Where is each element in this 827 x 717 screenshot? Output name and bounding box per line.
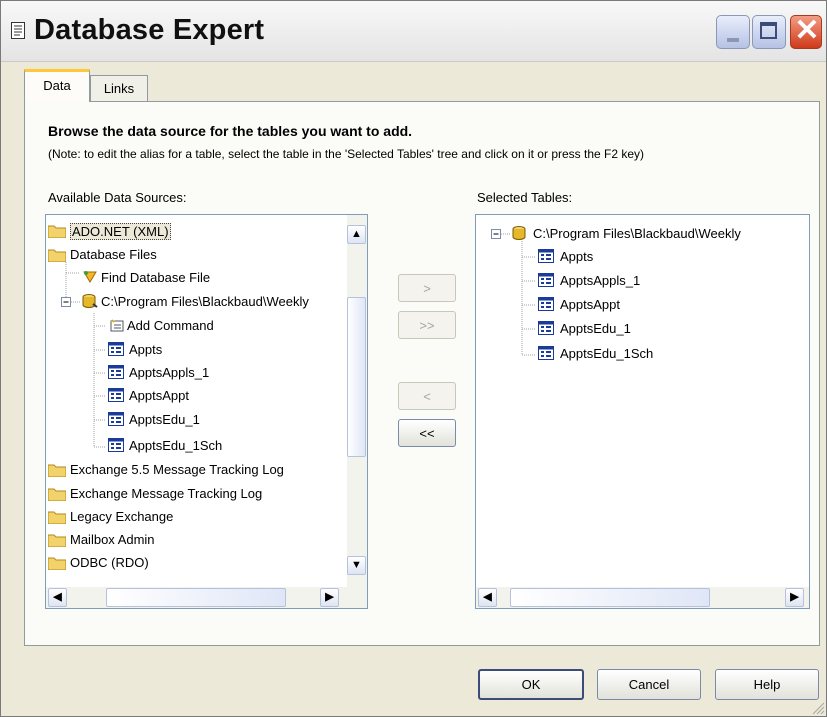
tree-item-label: ApptsEdu_1Sch [129, 438, 223, 453]
help-button-label: Help [753, 677, 781, 692]
scroll-up-button[interactable]: ▲ [347, 225, 366, 244]
remove-all-tables-label: << [419, 426, 435, 441]
table-icon [108, 388, 124, 402]
scroll-right-button[interactable]: ▶ [785, 588, 804, 607]
window-title: Database Expert [34, 14, 265, 46]
database-connection-icon [82, 294, 98, 308]
folder-icon [48, 464, 66, 477]
folder-icon [48, 557, 66, 570]
tab-data-label: Data [43, 78, 71, 93]
table-icon [538, 249, 554, 263]
add-command-icon [110, 319, 124, 332]
close-button[interactable]: ✕ [790, 14, 822, 49]
tree-item-label: ApptsAppt [560, 297, 620, 312]
chevron-up-icon: ▲ [351, 228, 362, 240]
table-icon [108, 412, 124, 426]
database-connection-icon [512, 226, 526, 240]
maximize-button[interactable] [752, 15, 786, 49]
tree-item-label: Mailbox Admin [70, 532, 155, 547]
tree-item-label: Add Command [127, 318, 214, 333]
close-icon: ✕ [794, 14, 820, 47]
help-button[interactable]: Help [715, 669, 819, 700]
add-all-tables-button[interactable]: >> [398, 311, 456, 339]
tree-item-label: Appts [129, 342, 163, 357]
database-expert-window: Database Expert ✕ Data Links Browse the … [0, 0, 827, 717]
cancel-button[interactable]: Cancel [597, 669, 701, 700]
document-icon [11, 22, 25, 39]
table-icon [538, 346, 554, 360]
tree-item-label: Exchange 5.5 Message Tracking Log [70, 462, 284, 477]
chevron-left-icon: ◀ [483, 591, 492, 603]
chevron-down-icon: ▼ [351, 559, 362, 571]
horizontal-scroll-thumb[interactable] [106, 588, 286, 607]
table-icon [538, 321, 554, 335]
remove-table-label: < [423, 389, 431, 404]
cancel-button-label: Cancel [628, 677, 670, 692]
add-table-label: > [423, 281, 431, 296]
table-icon [538, 297, 554, 311]
folder-icon [48, 534, 66, 547]
chevron-right-icon: ▶ [790, 591, 799, 603]
minimize-icon [727, 38, 739, 42]
horizontal-scroll-thumb[interactable] [510, 588, 710, 607]
scroll-down-button[interactable]: ▼ [347, 556, 366, 575]
find-database-icon [83, 271, 97, 283]
tree-item-label: C:\Program Files\Blackbaud\Weekly [533, 226, 741, 241]
tree-item-label: ApptsEdu_1Sch [560, 346, 654, 361]
scroll-right-button[interactable]: ▶ [320, 588, 339, 607]
chevron-left-icon: ◀ [53, 591, 62, 603]
table-icon [108, 365, 124, 379]
selected-horizontal-scrollbar[interactable]: ◀ ▶ [476, 587, 809, 608]
selected-tables-tree[interactable]: C:\Program Files\Blackbaud\Weekly Appts … [475, 214, 810, 609]
resize-grip-icon[interactable] [811, 701, 825, 715]
tree-item-label: ADO.NET (XML) [70, 223, 171, 240]
tree-item-label: ApptsEdu_1 [129, 412, 200, 427]
chevron-right-icon: ▶ [325, 591, 334, 603]
folder-icon [48, 511, 66, 524]
available-horizontal-scrollbar[interactable]: ◀ ▶ [46, 587, 367, 608]
available-data-sources-label: Available Data Sources: [48, 190, 187, 205]
tab-data[interactable]: Data [24, 69, 90, 102]
tree-item-label: C:\Program Files\Blackbaud\Weekly [101, 294, 309, 309]
tree-item-label: ApptsAppls_1 [560, 273, 641, 288]
tree-item-label: ApptsEdu_1 [560, 321, 631, 336]
tree-item-label: Find Database File [101, 270, 211, 285]
add-all-tables-label: >> [419, 318, 435, 333]
table-icon [538, 273, 554, 287]
tree-item-label: ApptsAppls_1 [129, 365, 210, 380]
selected-tables-label: Selected Tables: [477, 190, 573, 205]
tab-links-label: Links [103, 81, 135, 96]
maximize-icon [760, 22, 777, 39]
instructions-note: (Note: to edit the alias for a table, se… [48, 147, 645, 161]
scroll-thumb[interactable] [347, 297, 366, 457]
available-data-sources-tree[interactable]: ADO.NET (XML) Database Files Find Databa… [45, 214, 368, 609]
tree-item-label: Exchange Message Tracking Log [70, 486, 263, 501]
folder-icon [48, 488, 66, 501]
remove-all-tables-button[interactable]: << [398, 419, 456, 447]
folder-icon [48, 249, 66, 262]
tree-item-label: Legacy Exchange [70, 509, 174, 524]
title-bar[interactable]: Database Expert ✕ [1, 1, 826, 62]
add-table-button[interactable]: > [398, 274, 456, 302]
scroll-left-button[interactable]: ◀ [478, 588, 497, 607]
ok-button[interactable]: OK [478, 669, 584, 700]
scroll-left-button[interactable]: ◀ [48, 588, 67, 607]
remove-table-button[interactable]: < [398, 382, 456, 410]
table-icon [108, 438, 124, 452]
minimize-button[interactable] [716, 15, 750, 49]
tree-item-label: ODBC (RDO) [70, 555, 149, 570]
tree-item-label: Database Files [70, 247, 157, 262]
instructions-heading: Browse the data source for the tables yo… [48, 123, 413, 139]
tree-item-label: Appts [560, 249, 594, 264]
tree-item-label: ApptsAppt [129, 388, 189, 403]
available-vertical-scrollbar[interactable]: ▲ ▼ [347, 215, 367, 587]
ok-button-label: OK [521, 677, 541, 692]
folder-icon [48, 225, 66, 238]
table-icon [108, 342, 124, 356]
tab-links[interactable]: Links [90, 75, 148, 101]
